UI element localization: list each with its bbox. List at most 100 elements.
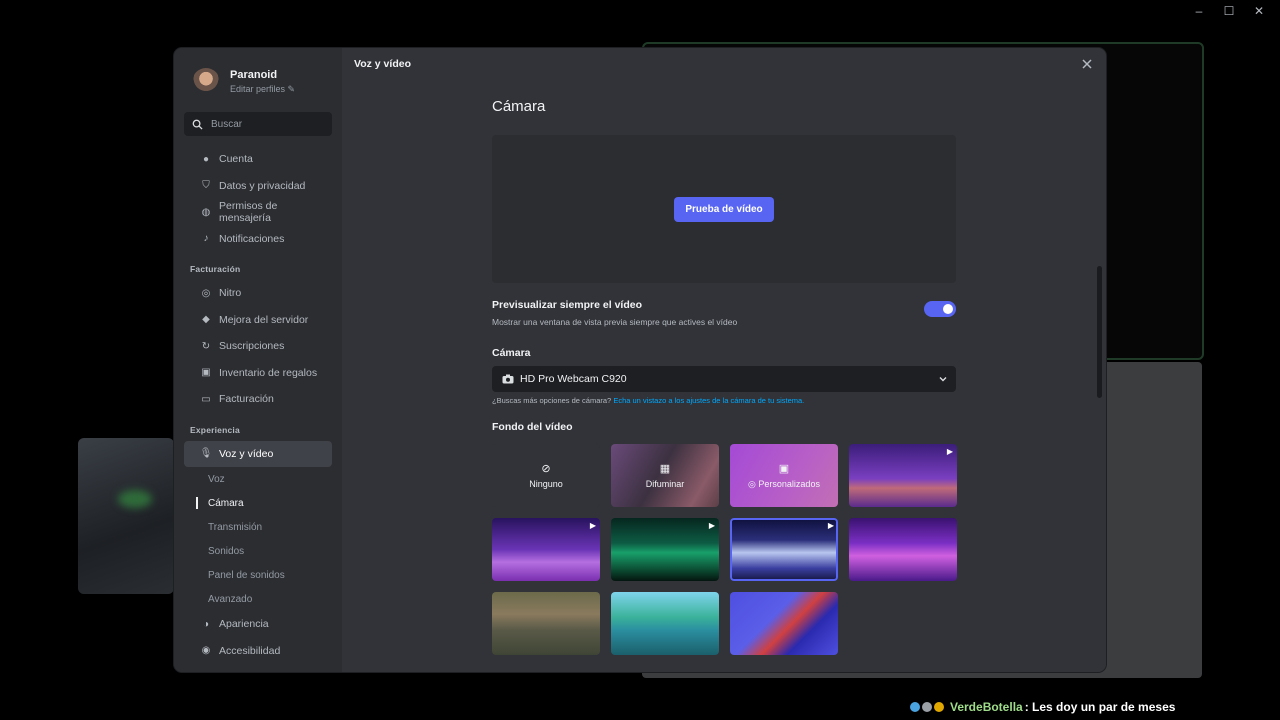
test-video-button[interactable]: Prueba de vídeo	[674, 196, 774, 222]
section-label-billing: Facturación	[190, 264, 241, 274]
edit-profiles-label: Editar perfiles	[230, 84, 286, 94]
sidebar-item-voice-video[interactable]: 🎙 Voz y vídeo	[184, 440, 332, 467]
sidebar-item-gifts[interactable]: ▣ Inventario de regalos	[184, 360, 332, 387]
sidebar-item-label: Apariencia	[219, 618, 269, 631]
accessibility-icon: ◉	[201, 645, 211, 657]
pencil-icon: ✎	[287, 84, 296, 94]
background-tile-label: Difuminar	[645, 479, 685, 489]
camera-device-label: Cámara	[492, 347, 531, 359]
sidebar-item-label: Facturación	[219, 393, 274, 406]
edit-profiles-link[interactable]: Editar perfiles ✎	[230, 84, 295, 95]
avatar	[192, 68, 220, 96]
blur-icon: ▦	[659, 463, 671, 475]
sidebar-item-label: Datos y privacidad	[219, 179, 306, 192]
chevron-down-icon	[939, 377, 947, 382]
profile-header[interactable]: Paranoid Editar perfiles ✎	[174, 64, 342, 100]
nitro-icon: ◎	[201, 287, 211, 299]
close-icon[interactable]	[1080, 57, 1094, 71]
background-tile-image[interactable]: ▶	[611, 518, 719, 581]
search-input[interactable]: Buscar	[184, 112, 332, 136]
chat-text: : Les doy un par de meses	[1024, 700, 1176, 714]
background-tile-image[interactable]: ▶	[492, 518, 600, 581]
settings-modal: Paranoid Editar perfiles ✎ Buscar ● Cuen…	[174, 48, 1106, 672]
sidebar-item-label: Accesibilidad	[219, 644, 281, 657]
play-icon: ▶	[827, 521, 834, 530]
background-tile-custom-text: Personalizados	[758, 478, 820, 489]
sidebar-subitem-voz[interactable]: Voz	[174, 467, 342, 491]
badge-icon	[922, 702, 932, 712]
background-tile-custom[interactable]: ▣ ◎ Personalizados	[730, 444, 838, 507]
play-icon: ▶	[946, 447, 953, 456]
search-placeholder: Buscar	[211, 118, 243, 130]
background-tile-image[interactable]	[492, 592, 600, 655]
image-plus-icon: ▣	[778, 462, 790, 475]
sidebar-item-label: Voz y vídeo	[219, 447, 274, 460]
chat-username: VerdeBotella	[950, 700, 1023, 714]
sidebar-subitem-panel-sonidos[interactable]: Panel de sonidos	[174, 563, 342, 587]
play-icon: ▶	[589, 521, 596, 530]
sidebar-item-label: Suscripciones	[219, 340, 285, 353]
background-tile-image[interactable]: ▶	[849, 444, 957, 507]
sidebar-item-subscriptions[interactable]: ↻ Suscripciones	[184, 333, 332, 360]
sidebar-item-messaging[interactable]: ◍ Permisos de mensajería	[184, 199, 332, 226]
subscriptions-icon: ↻	[201, 340, 211, 352]
sidebar-item-label: Permisos de mensajería	[218, 200, 278, 225]
message-permissions-icon: ◍	[201, 206, 211, 218]
sidebar-item-billing[interactable]: ▭ Facturación	[184, 386, 332, 413]
video-background-label: Fondo del vídeo	[492, 421, 573, 433]
no-symbol-icon: ⊘	[541, 463, 551, 475]
maximize-button[interactable]: ☐	[1222, 4, 1236, 18]
background-tile-blur[interactable]: ▦ Difuminar	[611, 444, 719, 507]
sidebar-item-label: Nitro	[219, 287, 242, 300]
sidebar-item-label: Cuenta	[219, 153, 253, 166]
camera-device-value: HD Pro Webcam C920	[520, 373, 627, 385]
page-title: Voz y vídeo	[354, 58, 411, 70]
sidebar-subitem-sonidos[interactable]: Sonidos	[174, 539, 342, 563]
background-tile-image[interactable]	[730, 592, 838, 655]
sidebar-item-privacy[interactable]: ⛉ Datos y privacidad	[184, 173, 332, 200]
nitro-icon: ◎	[748, 478, 756, 489]
sidebar-item-boost[interactable]: ◆ Mejora del servidor	[184, 307, 332, 334]
sidebar-item-label: Mejora del servidor	[219, 313, 309, 326]
sidebar-subitem-avanzado[interactable]: Avanzado	[174, 587, 342, 611]
sidebar-item-label: Notificaciones	[219, 232, 285, 245]
sidebar-item-label: Inventario de regalos	[219, 366, 318, 379]
background-blurred-image	[78, 438, 174, 594]
always-preview-toggle[interactable]	[924, 301, 956, 317]
person-icon: ●	[202, 153, 210, 165]
sidebar-item-cuenta[interactable]: ● Cuenta	[184, 146, 332, 173]
camera-heading: Cámara	[492, 98, 546, 115]
camera-hint: ¿Buscas más opciones de cámara? Echa un …	[492, 396, 956, 405]
search-icon	[192, 119, 203, 130]
camera-icon	[502, 374, 514, 384]
play-icon: ▶	[708, 521, 715, 530]
background-tile-image[interactable]	[611, 592, 719, 655]
badge-icon	[934, 702, 944, 712]
palette-icon: ◑	[202, 618, 210, 630]
sidebar-subitem-transmision[interactable]: Transmisión	[174, 515, 342, 539]
sidebar-item-appearance[interactable]: ◑ Apariencia	[184, 611, 332, 638]
system-camera-settings-link[interactable]: Echa un vistazo a los ajustes de la cáma…	[613, 396, 804, 405]
camera-device-select[interactable]: HD Pro Webcam C920	[492, 366, 956, 392]
background-tile-label: Ninguno	[529, 479, 563, 489]
close-window-button[interactable]: ✕	[1252, 4, 1266, 18]
content-scrollbar[interactable]	[1097, 266, 1102, 398]
always-preview-description: Mostrar una ventana de vista previa siem…	[492, 317, 738, 327]
sidebar-item-nitro[interactable]: ◎ Nitro	[184, 280, 332, 307]
camera-hint-text: ¿Buscas más opciones de cámara?	[492, 396, 612, 405]
background-tile-none[interactable]: ⊘ Ninguno	[492, 444, 600, 507]
boost-icon: ◆	[202, 314, 210, 326]
always-preview-title: Previsualizar siempre el vídeo	[492, 299, 642, 311]
chat-message: VerdeBotella : Les doy un par de meses	[910, 700, 1175, 714]
sidebar-subitem-camara[interactable]: Cámara	[174, 491, 342, 515]
settings-content: Voz y vídeo Cámara Prueba de vídeo Previ…	[342, 48, 1106, 672]
bell-icon: ♪	[203, 233, 209, 245]
profile-name: Paranoid	[230, 69, 278, 81]
gift-icon: ▣	[201, 367, 211, 379]
microphone-icon: 🎙	[199, 448, 213, 460]
background-tile-image-selected[interactable]: ▶	[730, 518, 838, 581]
sidebar-item-notifications[interactable]: ♪ Notificaciones	[184, 226, 332, 253]
background-tile-image[interactable]	[849, 518, 957, 581]
sidebar-item-accessibility[interactable]: ◉ Accesibilidad	[184, 638, 332, 665]
minimize-button[interactable]: –	[1192, 4, 1206, 18]
